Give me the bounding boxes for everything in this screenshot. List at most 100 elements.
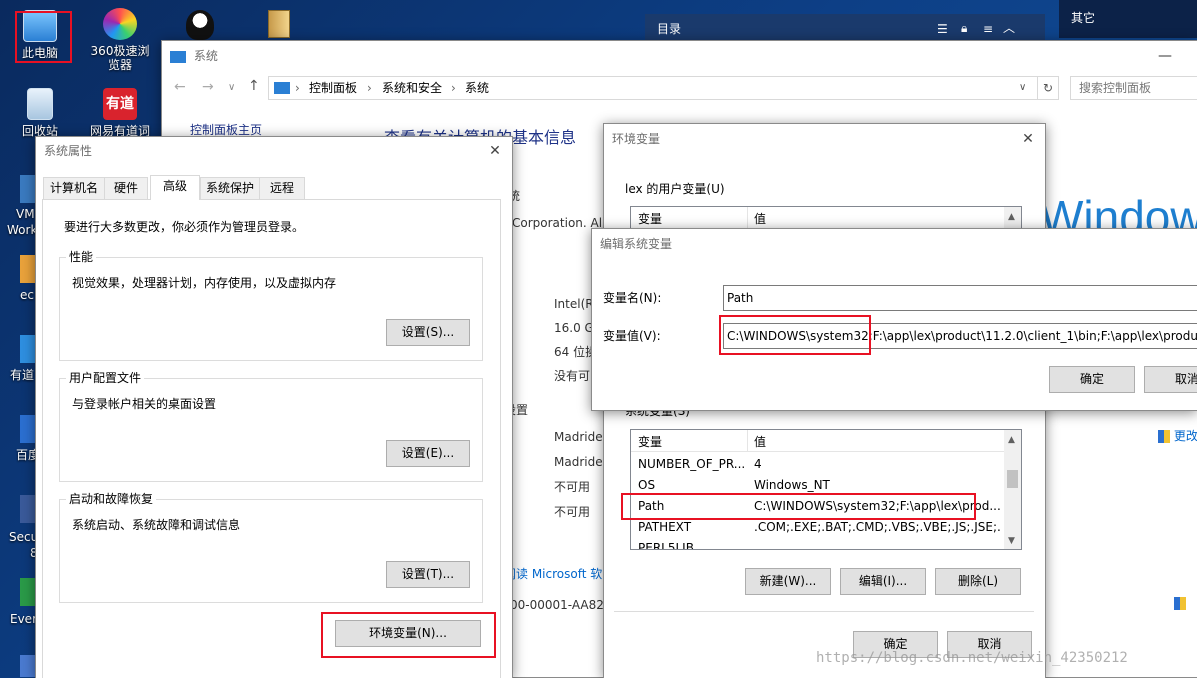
environment-variables-button[interactable]: 环境变量(N)... (335, 620, 481, 647)
scrollbar[interactable]: ▲ ▼ (1004, 430, 1021, 549)
admin-note: 要进行大多数更改，你必须作为管理员登录。 (64, 220, 305, 234)
ok-button[interactable]: 确定 (1049, 366, 1135, 393)
computer-icon (274, 82, 290, 94)
tab-page: 要进行大多数更改，你必须作为管理员登录。 性能 视觉效果，处理器计划，内存使用，… (42, 199, 501, 678)
license-link[interactable]: 阅读 Microsoft 软 (504, 567, 602, 581)
breadcrumb-item[interactable]: 系统和安全 (382, 81, 442, 95)
startup-settings-button[interactable]: 设置(T)... (386, 561, 470, 588)
tab-hardware[interactable]: 硬件 (104, 177, 148, 199)
column-header-variable[interactable]: 变量 (638, 435, 662, 449)
tab-label: 系统保护 (205, 181, 254, 195)
dropdown-chevron-icon[interactable]: ∨ (1019, 81, 1026, 95)
up-arrow-icon[interactable]: ↑ (248, 79, 260, 93)
breadcrumb-sep-icon: › (295, 81, 300, 95)
column-divider (747, 207, 748, 229)
minimize-icon[interactable]: — (1158, 49, 1172, 63)
tab-advanced[interactable]: 高级 (150, 175, 200, 200)
table-row-selected[interactable]: Path C:\WINDOWS\system32;F:\app\lex\prod… (631, 496, 1004, 517)
change-link-label: 更改 (1173, 429, 1197, 443)
dialog-titlebar: 系统属性 (36, 137, 512, 165)
delete-variable-button[interactable]: 删除(L) (935, 568, 1021, 595)
desktop-partial-label: Ever (10, 612, 37, 626)
back-arrow-icon[interactable]: ← (174, 80, 186, 94)
table-row[interactable]: OS Windows_NT (631, 475, 1004, 496)
list-icon[interactable]: ☰ (937, 22, 948, 36)
breadcrumb-sep-icon: › (451, 81, 456, 95)
dialog-titlebar: 编辑系统变量 (592, 229, 1197, 259)
desktop-icon-recycle-bin[interactable]: 回收站 (5, 88, 75, 138)
column-header-value[interactable]: 值 (754, 435, 766, 449)
desktop-partial-label: Work (7, 223, 38, 237)
table-row[interactable]: PATHEXT .COM;.EXE;.BAT;.CMD;.VBS;.VBE;.J… (631, 517, 1004, 538)
variable-name: NUMBER_OF_PR... (638, 457, 746, 471)
system-variables-list[interactable]: 变量 值 NUMBER_OF_PR... 4 OS Windows_NT Pat… (630, 429, 1022, 550)
scroll-down-icon[interactable]: ▼ (1008, 534, 1015, 548)
table-row[interactable]: NUMBER_OF_PR... 4 (631, 454, 1004, 475)
other-label: 其它 (1071, 11, 1096, 25)
variable-value: 4 (754, 457, 762, 471)
youdao-dict-icon: 有道 (103, 88, 137, 120)
system-window-titlebar: 系统 (162, 41, 1197, 71)
menu-icon[interactable]: ≡ (983, 22, 993, 36)
address-bar[interactable]: › 控制面板 › 系统和安全 › 系统 ∨ (268, 76, 1038, 100)
tab-label: 计算机名 (49, 181, 98, 195)
column-header-value[interactable]: 值 (754, 212, 766, 226)
qq-icon[interactable] (186, 10, 214, 40)
group-title: 启动和故障恢复 (66, 492, 157, 506)
scroll-up-icon[interactable]: ▲ (1008, 433, 1015, 447)
scroll-up-icon[interactable]: ▲ (1008, 210, 1015, 224)
workgroup-value: 不可用 (554, 505, 591, 519)
edit-variable-button[interactable]: 编辑(I)... (840, 568, 926, 595)
desktop-icon-360-browser[interactable]: 360极速浏览器 (85, 8, 155, 72)
dialog-titlebar: 环境变量 (604, 124, 1045, 154)
group-description: 系统启动、系统故障和调试信息 (72, 518, 241, 532)
variable-name-field[interactable]: Path (723, 285, 1197, 311)
recent-chevron-icon[interactable]: ∨ (228, 81, 235, 95)
variable-value-field[interactable]: C:\WINDOWS\system32;F:\app\lex\product\1… (723, 323, 1197, 349)
folder-shortcut-icon[interactable] (268, 10, 290, 38)
performance-settings-button[interactable]: 设置(S)... (386, 319, 470, 346)
desktop-icon-this-pc[interactable]: 此电脑 (5, 10, 75, 60)
close-icon[interactable]: ✕ (1011, 124, 1045, 154)
close-icon[interactable]: ✕ (478, 137, 512, 165)
desktop-icon-label: 此电脑 (21, 46, 58, 60)
control-panel-home-link[interactable]: 控制面板主页 (190, 123, 262, 137)
performance-group: 性能 视觉效果，处理器计划，内存使用，以及虚拟内存 设置(S)... (59, 250, 483, 361)
dialog-title: 编辑系统变量 (600, 237, 673, 251)
edit-system-variable-dialog: 编辑系统变量 变量名(N): Path 变量值(V): C:\WINDOWS\s… (591, 228, 1197, 411)
column-header-variable[interactable]: 变量 (638, 212, 662, 226)
change-settings-link[interactable]: 更改 (1158, 429, 1197, 443)
search-placeholder: 搜索控制面板 (1079, 81, 1152, 95)
group-description: 与登录帐户相关的桌面设置 (72, 397, 217, 411)
dialog-title: 系统属性 (44, 144, 93, 158)
tab-computer-name[interactable]: 计算机名 (43, 177, 105, 199)
scroll-thumb[interactable] (1007, 470, 1018, 488)
variable-name: PATHEXT (638, 520, 692, 534)
tab-label: 远程 (269, 181, 294, 195)
lock-icon[interactable]: 🔒︎ (961, 21, 967, 35)
breadcrumb-item[interactable]: 系统 (465, 81, 489, 95)
360-browser-icon (103, 8, 137, 40)
startup-recovery-group: 启动和故障恢复 系统启动、系统故障和调试信息 设置(T)... (59, 492, 483, 603)
variable-value: C:\WINDOWS\system32;F:\app\lex\prod... (754, 499, 1000, 513)
ram-value: 16.0 G (554, 321, 594, 335)
cancel-button[interactable]: 取消 (1144, 366, 1197, 393)
profiles-settings-button[interactable]: 设置(E)... (386, 440, 470, 467)
new-variable-button[interactable]: 新建(W)... (745, 568, 831, 595)
tab-system-protection[interactable]: 系统保护 (200, 177, 260, 199)
tab-remote[interactable]: 远程 (259, 177, 305, 199)
variable-value: .COM;.EXE;.BAT;.CMD;.VBS;.VBE;.JS;.JSE;.… (754, 520, 1000, 534)
search-input[interactable]: 搜索控制面板 (1070, 76, 1197, 100)
desktop-partial-icon (20, 255, 36, 283)
forward-arrow-icon[interactable]: → (202, 80, 214, 94)
chevron-up-icon[interactable]: ︿ (1003, 21, 1015, 35)
group-title: 性能 (66, 250, 97, 264)
variable-value-label: 变量值(V): (603, 329, 661, 343)
user-variables-label: lex 的用户变量(U) (625, 182, 725, 196)
processor-value: Intel(R (554, 297, 594, 311)
refresh-button[interactable]: ↻ (1037, 76, 1059, 100)
list-header: 变量 值 (631, 430, 1004, 452)
desktop-partial-icon (20, 175, 36, 203)
table-row[interactable]: PERL5LIB (631, 538, 1004, 549)
breadcrumb-item[interactable]: 控制面板 (309, 81, 357, 95)
